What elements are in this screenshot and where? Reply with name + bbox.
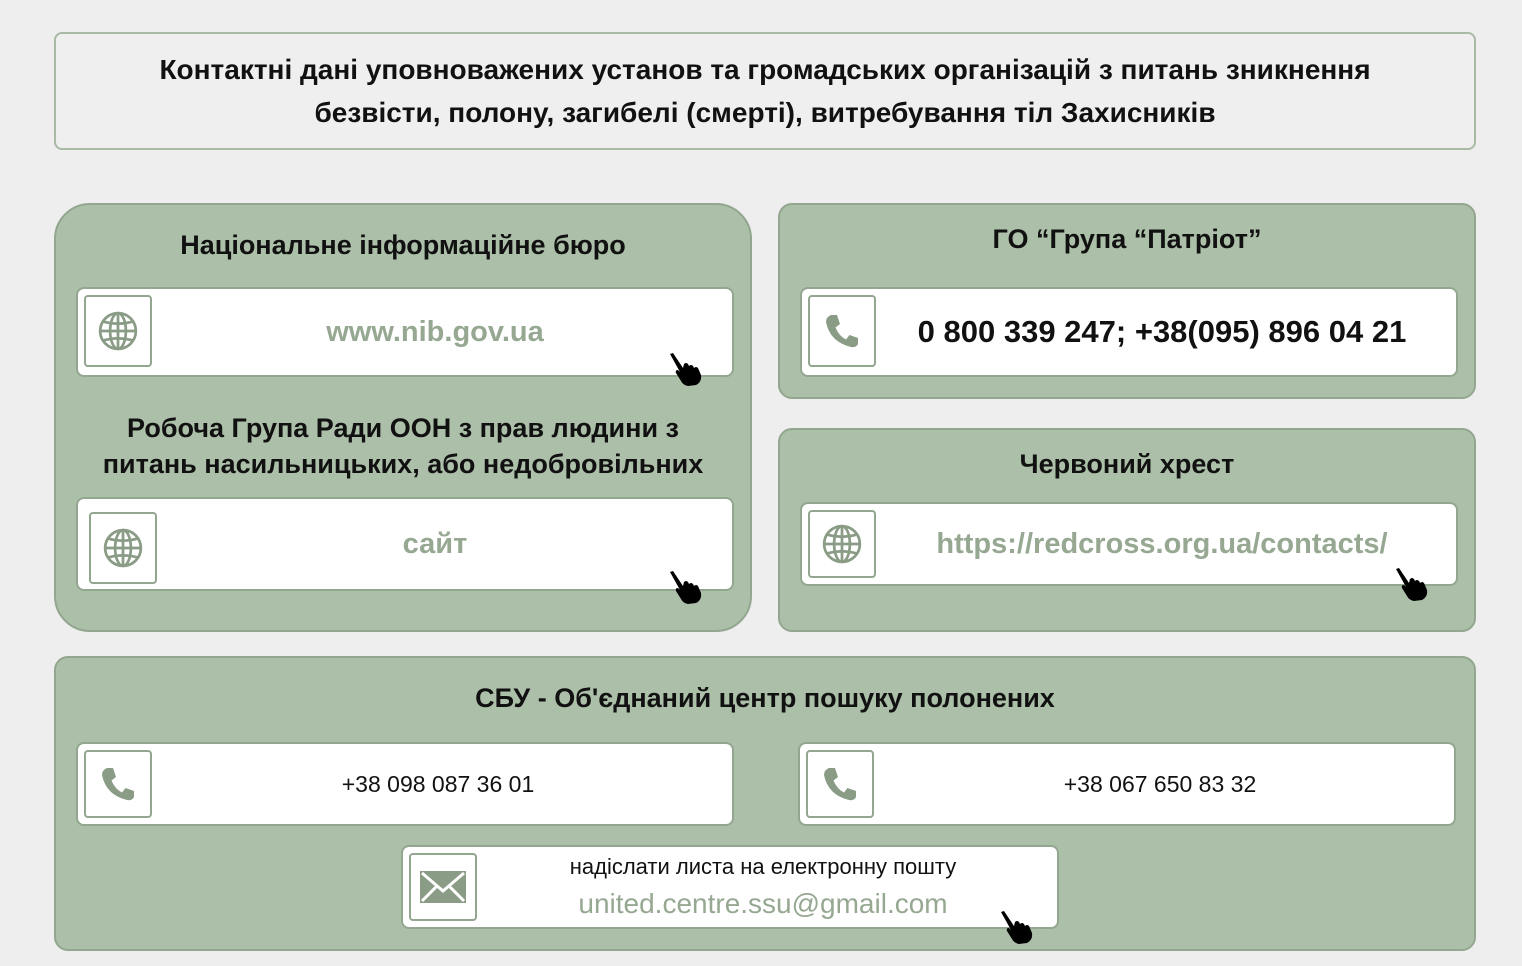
un-title-line1: Робоча Група Ради ООН з прав людини з (127, 413, 679, 443)
redcross-panel: Червоний хрест https://redcross.org.ua/c… (778, 428, 1476, 632)
page-title-line1: Контактні дані уповноважених установ та … (159, 54, 1371, 85)
hand-pointer-icon (999, 909, 1035, 945)
un-link-card[interactable]: сайт (76, 497, 734, 591)
phone-icon (84, 750, 152, 818)
nib-link[interactable]: www.nib.gov.ua (326, 316, 544, 349)
redcross-link-card[interactable]: https://redcross.org.ua/contacts/ (800, 502, 1458, 586)
hand-pointer-icon (668, 569, 704, 605)
sbu-phone1-card[interactable]: +38 098 087 36 01 (76, 742, 734, 826)
nib-title: Національне інформаційне бюро (180, 230, 626, 260)
sbu-email-label: надіслати листа на електронну пошту (569, 854, 957, 879)
hand-pointer-icon (1394, 566, 1430, 602)
sbu-title: СБУ - Об'єднаний центр пошуку полонених (475, 683, 1055, 713)
un-link[interactable]: сайт (403, 528, 468, 561)
globe-icon (89, 512, 157, 584)
un-title: Робоча Група Ради ООН з прав людини з пи… (76, 410, 730, 494)
mail-icon (409, 853, 477, 921)
un-title-line3: зникнень (341, 485, 465, 494)
hand-pointer-icon (668, 351, 704, 387)
nib-link-card[interactable]: www.nib.gov.ua (76, 287, 734, 377)
redcross-link[interactable]: https://redcross.org.ua/contacts/ (936, 528, 1387, 561)
patriot-phone-card[interactable]: 0 800 339 247; +38(095) 896 04 21 (800, 287, 1458, 377)
patriot-phone[interactable]: 0 800 339 247; +38(095) 896 04 21 (918, 314, 1407, 350)
phone-icon (806, 750, 874, 818)
page-title-box: Контактні дані уповноважених установ та … (54, 32, 1476, 150)
un-title-line2: питань насильницьких, або недобровільних (102, 449, 704, 479)
sbu-phone2-card[interactable]: +38 067 650 83 32 (798, 742, 1456, 826)
patriot-panel: ГО “Група “Патріот” 0 800 339 247; +38(0… (778, 203, 1476, 399)
sbu-panel: СБУ - Об'єднаний центр пошуку полонених … (54, 656, 1476, 951)
sbu-phone1[interactable]: +38 098 087 36 01 (342, 771, 535, 798)
redcross-title: Червоний хрест (1019, 449, 1235, 479)
sbu-phone2[interactable]: +38 067 650 83 32 (1064, 771, 1257, 798)
page-title-line2: безвісти, полону, загибелі (смерті), вит… (314, 97, 1216, 128)
sbu-email-card[interactable]: надіслати листа на електронну пошту unit… (401, 845, 1059, 929)
globe-icon (808, 510, 876, 578)
patriot-title: ГО “Група “Патріот” (992, 224, 1262, 254)
nib-un-panel: Національне інформаційне бюро www.nib.go… (54, 203, 752, 632)
page-title: Контактні дані уповноважених установ та … (159, 48, 1370, 134)
globe-icon (84, 295, 152, 367)
sbu-email[interactable]: united.centre.ssu@gmail.com (578, 888, 947, 920)
phone-icon (808, 295, 876, 367)
